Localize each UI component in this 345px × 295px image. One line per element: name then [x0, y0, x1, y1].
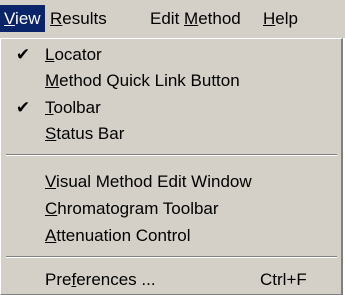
menu-view-label: iew: [15, 9, 41, 28]
menu-item-toolbar-label: Toolbar: [45, 98, 101, 117]
menu-separator: [6, 256, 337, 258]
menu-help[interactable]: Help: [263, 5, 298, 32]
menu-results-label: esults: [62, 9, 107, 28]
menu-edit-method-mnemonic: M: [184, 9, 199, 28]
menu-item-status-bar[interactable]: Status Bar: [1, 121, 341, 147]
menu-separator: [6, 154, 337, 156]
menu-results[interactable]: Results: [50, 5, 107, 32]
menu-edit-method-prefix: Edit: [150, 9, 185, 28]
menu-item-method-quick-link-button-label: Method Quick Link Button: [45, 71, 240, 90]
view-dropdown-menu: ✔ Locator Method Quick Link Button ✔ Too…: [0, 38, 343, 295]
menu-view[interactable]: View: [0, 5, 45, 32]
menu-help-mnemonic: H: [263, 9, 276, 28]
menu-item-method-quick-link-button[interactable]: Method Quick Link Button: [1, 68, 341, 94]
menu-help-label: elp: [275, 9, 298, 28]
menu-results-mnemonic: R: [50, 9, 63, 28]
menu-item-chromatogram-toolbar-label: Chromatogram Toolbar: [45, 199, 219, 218]
menu-item-preferences-label: Preferences ...: [45, 270, 156, 289]
menu-item-preferences-shortcut: Ctrl+F: [260, 270, 307, 289]
menu-item-visual-method-edit-window[interactable]: Visual Method Edit Window: [1, 169, 341, 195]
menu-item-locator[interactable]: ✔ Locator: [1, 42, 341, 68]
checkmark-icon: ✔: [15, 98, 31, 117]
menu-edit-method-label: ethod: [198, 9, 241, 28]
menu-edit-method[interactable]: Edit Method: [150, 5, 241, 32]
menu-item-attenuation-control[interactable]: Attenuation Control: [1, 223, 341, 249]
menu-bar: View Results Edit Method Help: [0, 0, 345, 38]
menu-item-visual-method-edit-window-label: Visual Method Edit Window: [45, 172, 252, 191]
menu-view-mnemonic: V: [4, 9, 16, 28]
menu-item-status-bar-label: Status Bar: [45, 124, 125, 143]
menu-item-locator-label: Locator: [45, 45, 102, 64]
checkmark-icon: ✔: [15, 45, 31, 64]
menu-item-preferences[interactable]: Preferences ... Ctrl+F: [1, 267, 341, 293]
menu-item-toolbar[interactable]: ✔ Toolbar: [1, 95, 341, 121]
menu-item-attenuation-control-label: Attenuation Control: [45, 226, 191, 245]
menu-item-chromatogram-toolbar[interactable]: Chromatogram Toolbar: [1, 196, 341, 222]
